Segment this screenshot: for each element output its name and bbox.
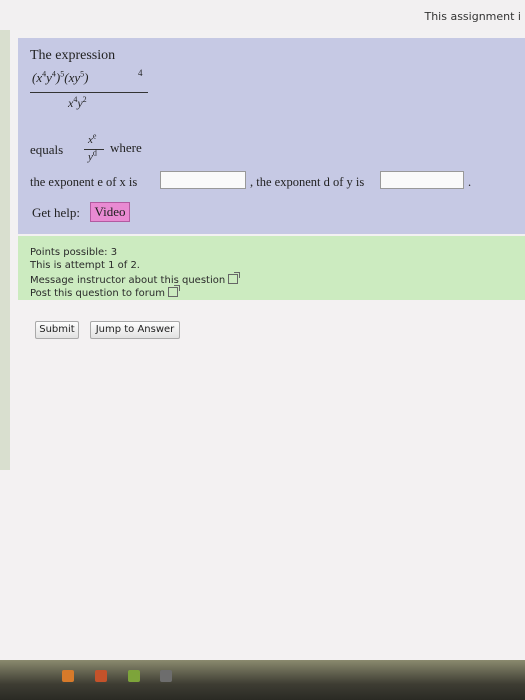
attempt-count: This is attempt 1 of 2. [30, 260, 140, 271]
taskbar [0, 660, 525, 700]
fraction-bar [30, 92, 148, 93]
exponent-e-input[interactable] [160, 171, 246, 189]
taskbar-app-icon[interactable] [128, 670, 140, 682]
outer-exponent: 4 [138, 68, 143, 78]
exponent-d-input[interactable] [380, 171, 464, 189]
result-numerator: xe [88, 131, 97, 146]
question-panel: The expression (x4y4)5(xy5) 4 x4y2 equal… [18, 38, 525, 234]
jump-to-answer-button[interactable]: Jump to Answer [90, 321, 180, 339]
points-possible: Points possible: 3 [30, 247, 118, 258]
taskbar-app-icon[interactable] [160, 670, 172, 682]
result-fraction: xe yd [84, 131, 106, 168]
left-rail [0, 30, 10, 470]
where-label: where [110, 140, 142, 155]
equals-label: equals [30, 142, 64, 157]
top-strip: This assignment i [0, 0, 525, 30]
video-help-button[interactable]: Video [90, 202, 130, 222]
external-link-icon [167, 285, 180, 297]
expression-denominator: x4y2 [68, 95, 87, 111]
taskbar-app-icon[interactable] [95, 670, 107, 682]
expression-numerator: (x4y4)5(xy5) [32, 69, 89, 85]
expression-intro: The expression [30, 48, 116, 63]
message-instructor-link[interactable]: Message instructor about this question [30, 272, 241, 286]
exponent-d-label: , the exponent d of y is [250, 175, 365, 189]
equals-row: equals xe yd where [30, 131, 230, 168]
trailing-period: . [468, 175, 472, 189]
attempt-info-panel: Points possible: 3 This is attempt 1 of … [18, 236, 525, 300]
assignment-notice: This assignment i [424, 10, 521, 23]
exponent-row: the exponent e of x is , the exponent d … [30, 171, 520, 195]
get-help-label: Get help: [32, 205, 81, 220]
post-to-forum-link[interactable]: Post this question to forum [30, 285, 180, 299]
external-link-icon [228, 272, 241, 284]
submit-button[interactable]: Submit [35, 321, 79, 339]
taskbar-app-icon[interactable] [62, 670, 74, 682]
exponent-e-label: the exponent e of x is [30, 175, 138, 189]
result-denominator: yd [88, 148, 97, 163]
expression-fraction: (x4y4)5(xy5) 4 x4y2 [30, 68, 148, 116]
